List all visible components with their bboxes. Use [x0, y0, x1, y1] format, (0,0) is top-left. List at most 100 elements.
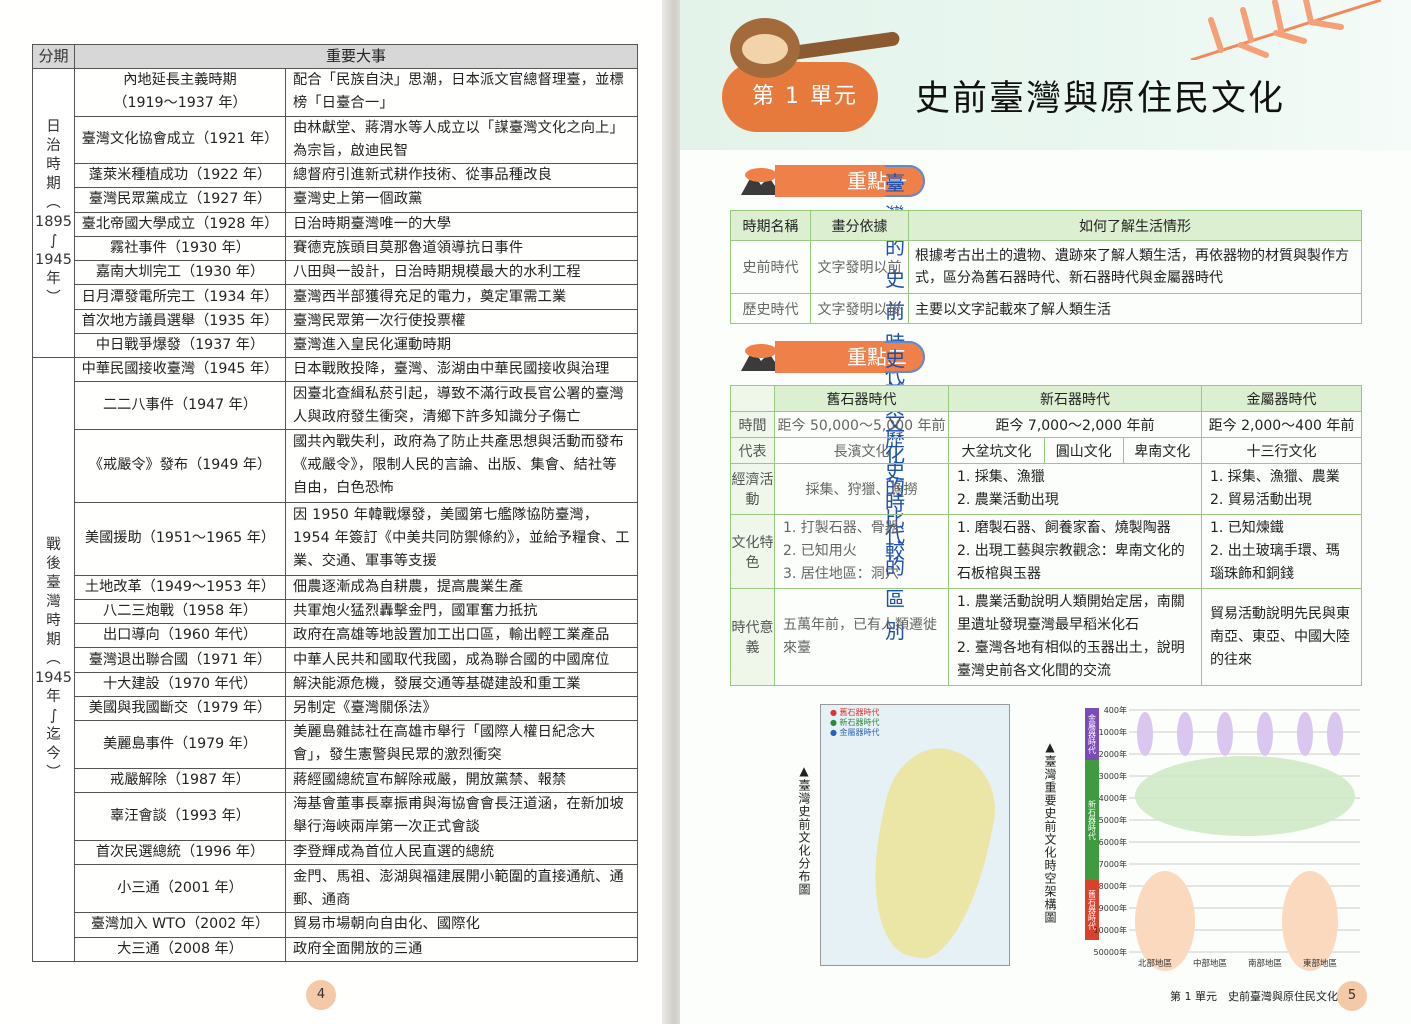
t2-line: 2. 農業活動出現 — [957, 492, 1059, 508]
event-description: 日治時期臺灣唯一的大學 — [285, 211, 638, 237]
table-row: 中日戰爭爆發（1937 年） 臺灣進入皇民化運動時期 — [33, 332, 638, 359]
t2-line: 2. 臺灣各地有相似的玉器出土，說明臺灣史前各文化間的交流 — [957, 640, 1185, 679]
event-name: 辜汪會談（1993 年） — [74, 792, 286, 841]
table-row: 嘉南大圳完工（1930 年） 八田與一設計，日治時期規模最大的水利工程 — [33, 260, 638, 286]
event-name: 首次民選總統（1996 年） — [74, 839, 286, 865]
y-tick-label: 3000年 — [1099, 771, 1127, 781]
t2-line: 1. 採集、漁獵 — [957, 469, 1045, 485]
event-description: 另制定《臺灣關係法》 — [285, 695, 638, 722]
x-axis-label: 北部地區 — [1138, 958, 1172, 969]
header-events: 重要大事 — [74, 44, 638, 69]
era-label: 新石器時代 — [1088, 799, 1097, 841]
t1-cell: 文字發明以前 — [810, 240, 909, 294]
metal-age-culture — [1327, 712, 1343, 756]
event-name: 土地改革（1949～1953 年） — [74, 574, 286, 600]
event-description: 臺灣進入皇民化運動時期 — [285, 332, 638, 359]
y-tick-label: 10000年 — [1094, 925, 1127, 935]
table-row: 小三通（2001 年） 金門、馬祖、澎湖與福建展開小範圍的直接通航、通郵、通商 — [33, 863, 638, 914]
event-description: 因臺北查緝私菸引起，導致不滿行政長官公署的臺灣人與政府發生衝突，清鄉下許多知識分… — [285, 381, 638, 430]
t2-head-old: 舊石器時代 — [774, 385, 949, 412]
key-point-1-title: 臺灣的史前時代與歷史時代的區別 — [885, 165, 925, 643]
table-row: 首次民選總統（1996 年） 李登輝成為首位人民直選的總統 — [33, 839, 638, 865]
t2-cell: 圓山文化 — [1044, 437, 1124, 464]
table-row: 出口導向（1960 年代） 政府在高雄等地設置加工出口區，輸出輕工業產品 — [33, 623, 638, 649]
timeline-table: 分期 重要大事 日 治 時 期 ︵ 1895 ∫ 1945 年 ︶ 內地延長主義時… — [32, 44, 638, 963]
era-label: 舊石器時代 — [1088, 889, 1097, 931]
t2-line: 1. 磨製石器、飼養家畜、燒製陶器 — [957, 520, 1171, 536]
t2-label-cult: 文化特色 — [730, 514, 775, 589]
map-legend: ● 舊石器時代 ● 新石器時代 ● 金屬器時代 — [830, 708, 880, 738]
table-row: 日 治 時 期 ︵ 1895 ∫ 1945 年 ︶ 內地延長主義時期 （1919～… — [32, 67, 638, 359]
t2-cell: 五萬年前，已有人類遷徙來臺 — [774, 588, 949, 686]
t2-line: 1. 農業活動說明人類開始定居，南關里遺址發現臺灣最早稻米化石 — [957, 594, 1185, 633]
table-row: 霧社事件（1930 年） 賽德克族頭目莫那魯道領導抗日事件 — [33, 235, 638, 262]
y-tick-label: 2000年 — [1099, 749, 1127, 759]
metal-age-culture — [1177, 712, 1193, 756]
event-description: 日本戰敗投降，臺灣、澎湖由中華民國接收與治理 — [285, 357, 638, 383]
y-tick-label: 6000年 — [1099, 837, 1127, 847]
event-description: 因 1950 年韓戰爆發，美國第七艦隊協防臺灣，1954 年簽訂《中美共同防禦條… — [285, 501, 638, 576]
table-row: 《戒嚴令》發布（1949 年） 國共內戰失利，政府為了防止共產思想與活動而發布《戒… — [33, 428, 638, 503]
t2-line: 2. 出現工藝與宗教觀念：卑南文化的石板棺與玉器 — [957, 543, 1185, 582]
legend-item: ● 舊石器時代 — [830, 708, 880, 717]
event-name: 大三通（2008 年） — [74, 936, 286, 963]
event-description: 蔣經國總統宣布解除戒嚴，開放黨禁、報禁 — [285, 767, 638, 794]
event-name: 出口導向（1960 年代） — [74, 623, 286, 649]
t1-head-name: 時期名稱 — [730, 210, 811, 241]
table-row: 戒嚴解除（1987 年） 蔣經國總統宣布解除戒嚴，開放黨禁、報禁 — [33, 767, 638, 794]
event-name: 《戒嚴令》發布（1949 年） — [74, 428, 286, 503]
event-name: 美國援助（1951～1965 年） — [74, 501, 286, 576]
event-description: 美麗島雜誌社在高雄市舉行「國際人權日紀念大會」，發生憲警與民眾的激烈衝突 — [285, 720, 638, 769]
y-tick-label: 9000年 — [1099, 903, 1127, 913]
event-description: 賽德克族頭目莫那魯道領導抗日事件 — [285, 235, 638, 262]
table-row: 十大建設（1970 年代） 解決能源危機，發展交通等基礎建設和重工業 — [33, 671, 638, 697]
neolithic-zone — [1135, 756, 1355, 836]
event-name: 嘉南大圳完工（1930 年） — [74, 260, 286, 286]
x-axis-label: 東部地區 — [1303, 958, 1337, 969]
event-name: 臺灣加入 WTO（2002 年） — [74, 912, 286, 938]
metal-age-culture — [1137, 712, 1153, 756]
event-name: 霧社事件（1930 年） — [74, 235, 286, 262]
table-row: 二二八事件（1947 年） 因臺北查緝私菸引起，導致不滿行政長官公署的臺灣人與政府… — [33, 381, 638, 430]
event-name: 臺灣文化協會成立（1921 年） — [74, 115, 286, 165]
left-page: 分期 重要大事 日 治 時 期 ︵ 1895 ∫ 1945 年 ︶ 內地延長主義時… — [0, 0, 670, 1024]
table-row: 美國援助（1951～1965 年）因 1950 年韓戰爆發，美國第七艦隊協防臺灣… — [33, 501, 638, 576]
t2-cell: 1. 磨製石器、飼養家畜、燒製陶器 2. 出現工藝與宗教觀念：卑南文化的石板棺與… — [948, 514, 1202, 589]
era-distinction-table: 時期名稱 畫分依據 如何了解生活情形 史前時代 文字發明以前 根據考古出土的遺物… — [730, 210, 1362, 324]
event-description: 海基會董事長辜振甫與海協會會長汪道涵，在新加坡舉行海峽兩岸第一次正式會談 — [285, 792, 638, 841]
t2-cell: 十三行文化 — [1201, 437, 1362, 464]
event-description: 臺灣民眾第一次行使投票權 — [285, 308, 638, 334]
y-tick-label: 8000年 — [1099, 881, 1127, 891]
t2-line: 2. 貿易活動出現 — [1210, 492, 1312, 508]
event-description: 臺灣史上第一個政黨 — [285, 187, 638, 213]
map-caption: ▲臺灣史前文化分布圖 — [797, 764, 811, 896]
table-row: 日月潭發電所完工（1934 年） 臺灣西半部獲得充足的電力，奠定軍需工業 — [33, 284, 638, 310]
t2-cell: 貿易活動說明先民與東南亞、東亞、中國大陸的往來 — [1201, 588, 1362, 686]
table-row: 臺灣加入 WTO（2002 年） 貿易市場朝向自由化、國際化 — [33, 912, 638, 938]
y-tick-label: 7000年 — [1099, 859, 1127, 869]
event-description: 貿易市場朝向自由化、國際化 — [285, 912, 638, 938]
t2-cell: 距今 2,000～400 年前 — [1201, 411, 1362, 438]
t1-cell: 文字發明以後 — [810, 293, 909, 324]
x-axis-label: 中部地區 — [1193, 958, 1227, 969]
event-name: 臺灣退出聯合國（1971 年） — [74, 647, 286, 673]
era-japanese-rule: 日 治 時 期 ︵ 1895 ∫ 1945 年 ︶ — [32, 67, 75, 359]
leaf-decoration-icon — [1190, 0, 1382, 60]
table-row: 大三通（2008 年） 政府全面開放的三通 — [33, 936, 638, 963]
table-row: 蓬萊米種植成功（1922 年） 總督府引進新式耕作技術、從事品種改良 — [33, 163, 638, 189]
y-tick-label: 4000年 — [1099, 793, 1127, 803]
t2-cell: 1. 農業活動說明人類開始定居，南關里遺址發現臺灣最早稻米化石 2. 臺灣各地有… — [948, 588, 1202, 686]
event-description: 臺灣西半部獲得充足的電力，奠定軍需工業 — [285, 284, 638, 310]
event-description: 共軍炮火猛烈轟擊金門，國軍奮力抵抗 — [285, 598, 638, 625]
timeframe-chart: 金屬器時代 新石器時代 舊石器時代 400年 1000年 2000年 3000年 4000年 5… — [1085, 705, 1365, 972]
table-row: 辜汪會談（1993 年） 海基會董事長辜振甫與海協會會長汪道涵，在新加坡舉行海峽兩… — [33, 792, 638, 841]
unit-banner: 第 1 單元 史前臺灣與原住民文化 — [680, 0, 1411, 150]
paleolithic-zone — [1282, 871, 1338, 971]
event-name: 臺北帝國大學成立（1928 年） — [74, 211, 286, 237]
metal-age-culture — [1297, 712, 1313, 756]
event-name: 二二八事件（1947 年） — [74, 381, 286, 430]
table-row: 臺北帝國大學成立（1928 年） 日治時期臺灣唯一的大學 — [33, 211, 638, 237]
t2-cell: 採集、狩獵、漁撈 — [774, 463, 949, 515]
t2-cell: 卑南文化 — [1122, 437, 1202, 464]
legend-item: ● 新石器時代 — [830, 718, 880, 727]
